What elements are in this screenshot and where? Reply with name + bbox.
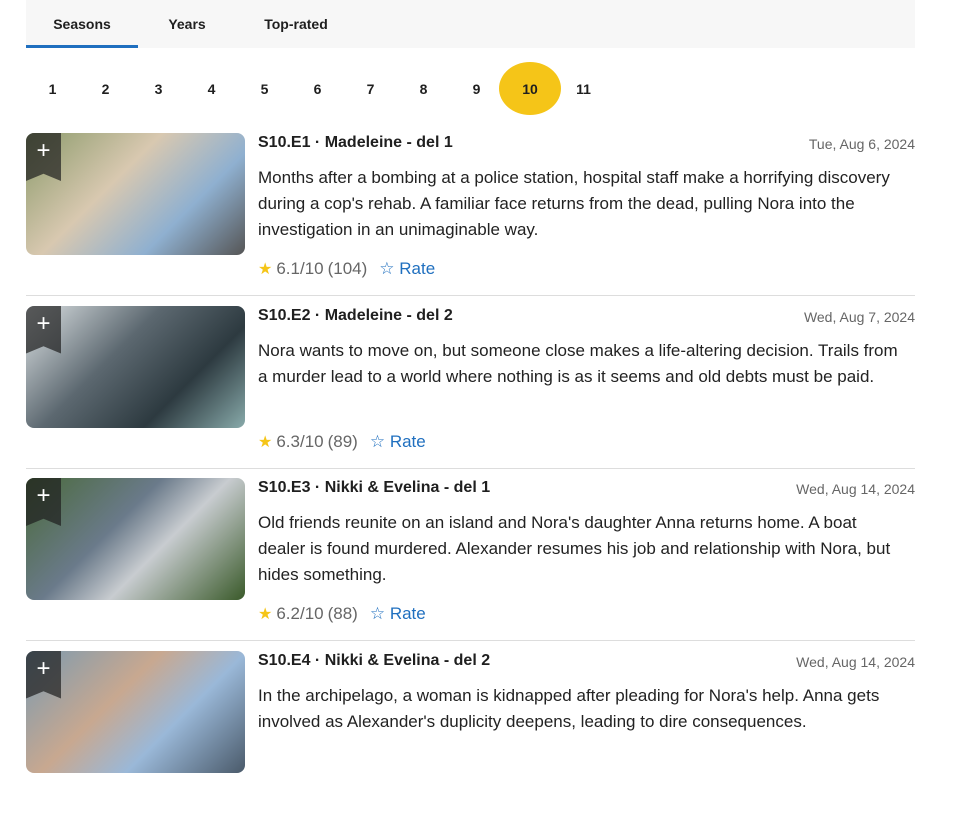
episode-thumbnail[interactable]: + <box>26 305 245 428</box>
add-to-watchlist-icon[interactable]: + <box>26 478 61 526</box>
star-icon: ★ <box>258 261 273 278</box>
tab-bar: Seasons Years Top-rated <box>26 0 915 48</box>
episode-item: + S10.E4 · Nikki & Evelina - del 2 Wed, … <box>26 650 915 824</box>
season-5[interactable]: 5 <box>238 62 291 115</box>
season-11[interactable]: 11 <box>557 62 610 115</box>
season-7[interactable]: 7 <box>344 62 397 115</box>
episode-item: + S10.E3 · Nikki & Evelina - del 1 Wed, … <box>26 478 915 651</box>
episode-title[interactable]: S10.E4 · Nikki & Evelina - del 2 <box>258 652 490 670</box>
episode-thumbnail[interactable]: + <box>26 478 245 600</box>
rating: ★ 6.1/10 (104) ☆ Rate <box>258 259 435 279</box>
vote-count: (88) <box>327 604 358 623</box>
season-9[interactable]: 9 <box>450 62 503 115</box>
add-to-watchlist-icon[interactable]: + <box>26 650 61 699</box>
star-icon: ★ <box>258 433 273 451</box>
episode-description: Months after a bombing at a police stati… <box>258 168 890 239</box>
rate-label: Rate <box>389 431 426 451</box>
episode-description: In the archipelago, a woman is kidnapped… <box>258 685 880 731</box>
episode-item: + S10.E2 · Madeleine - del 2 Wed, Aug 7,… <box>26 305 915 479</box>
star-outline-icon: ☆ <box>379 259 395 278</box>
rating: ★ 6.2/10 (88) ☆ Rate <box>258 604 426 624</box>
episode-title[interactable]: S10.E2 · Madeleine - del 2 <box>258 307 453 325</box>
rating: ★ 6.3/10 (89) ☆ Rate <box>258 432 426 452</box>
rating-value: 6.2/10 <box>276 604 324 623</box>
season-4[interactable]: 4 <box>185 62 238 115</box>
vote-count: (89) <box>327 431 358 451</box>
tab-top-rated[interactable]: Top-rated <box>236 0 356 48</box>
episode-description: Nora wants to move on, but someone close… <box>258 340 898 386</box>
vote-count: (104) <box>327 259 368 278</box>
season-1[interactable]: 1 <box>26 62 79 115</box>
episode-item: + S10.E1 · Madeleine - del 1 Tue, Aug 6,… <box>26 133 915 306</box>
episode-date: Wed, Aug 14, 2024 <box>796 653 915 670</box>
divider <box>26 640 915 641</box>
season-8[interactable]: 8 <box>397 62 450 115</box>
rate-button[interactable]: ☆ Rate <box>370 432 426 452</box>
rate-label: Rate <box>399 259 436 278</box>
episode-date: Wed, Aug 14, 2024 <box>796 481 915 497</box>
tab-years[interactable]: Years <box>138 0 236 48</box>
episode-date: Tue, Aug 6, 2024 <box>808 136 915 152</box>
season-10[interactable]: 10 <box>499 62 561 115</box>
rate-label: Rate <box>389 604 426 623</box>
rating-value: 6.3/10 <box>276 431 324 451</box>
episode-description: Old friends reunite on an island and Nor… <box>258 513 891 584</box>
episode-title[interactable]: S10.E1 · Madeleine - del 1 <box>258 134 453 152</box>
rating-value: 6.1/10 <box>276 259 324 278</box>
tab-seasons[interactable]: Seasons <box>26 0 138 48</box>
star-outline-icon: ☆ <box>369 431 386 451</box>
season-selector: 1 2 3 4 5 6 7 8 9 10 11 <box>26 62 610 115</box>
season-2[interactable]: 2 <box>79 62 132 115</box>
star-outline-icon: ☆ <box>369 604 386 623</box>
divider <box>26 467 915 469</box>
episode-title[interactable]: S10.E3 · Nikki & Evelina - del 1 <box>258 479 490 497</box>
episode-date: Wed, Aug 7, 2024 <box>803 308 915 325</box>
episode-thumbnail[interactable]: + <box>26 133 245 255</box>
rate-button[interactable]: ☆ Rate <box>370 604 426 624</box>
add-to-watchlist-icon[interactable]: + <box>26 133 61 181</box>
season-3[interactable]: 3 <box>132 62 185 115</box>
rate-button[interactable]: ☆ Rate <box>379 259 435 279</box>
season-6[interactable]: 6 <box>291 62 344 115</box>
star-icon: ★ <box>258 606 273 623</box>
add-to-watchlist-icon[interactable]: + <box>26 305 61 354</box>
episode-thumbnail[interactable]: + <box>26 650 245 773</box>
divider <box>26 295 915 296</box>
